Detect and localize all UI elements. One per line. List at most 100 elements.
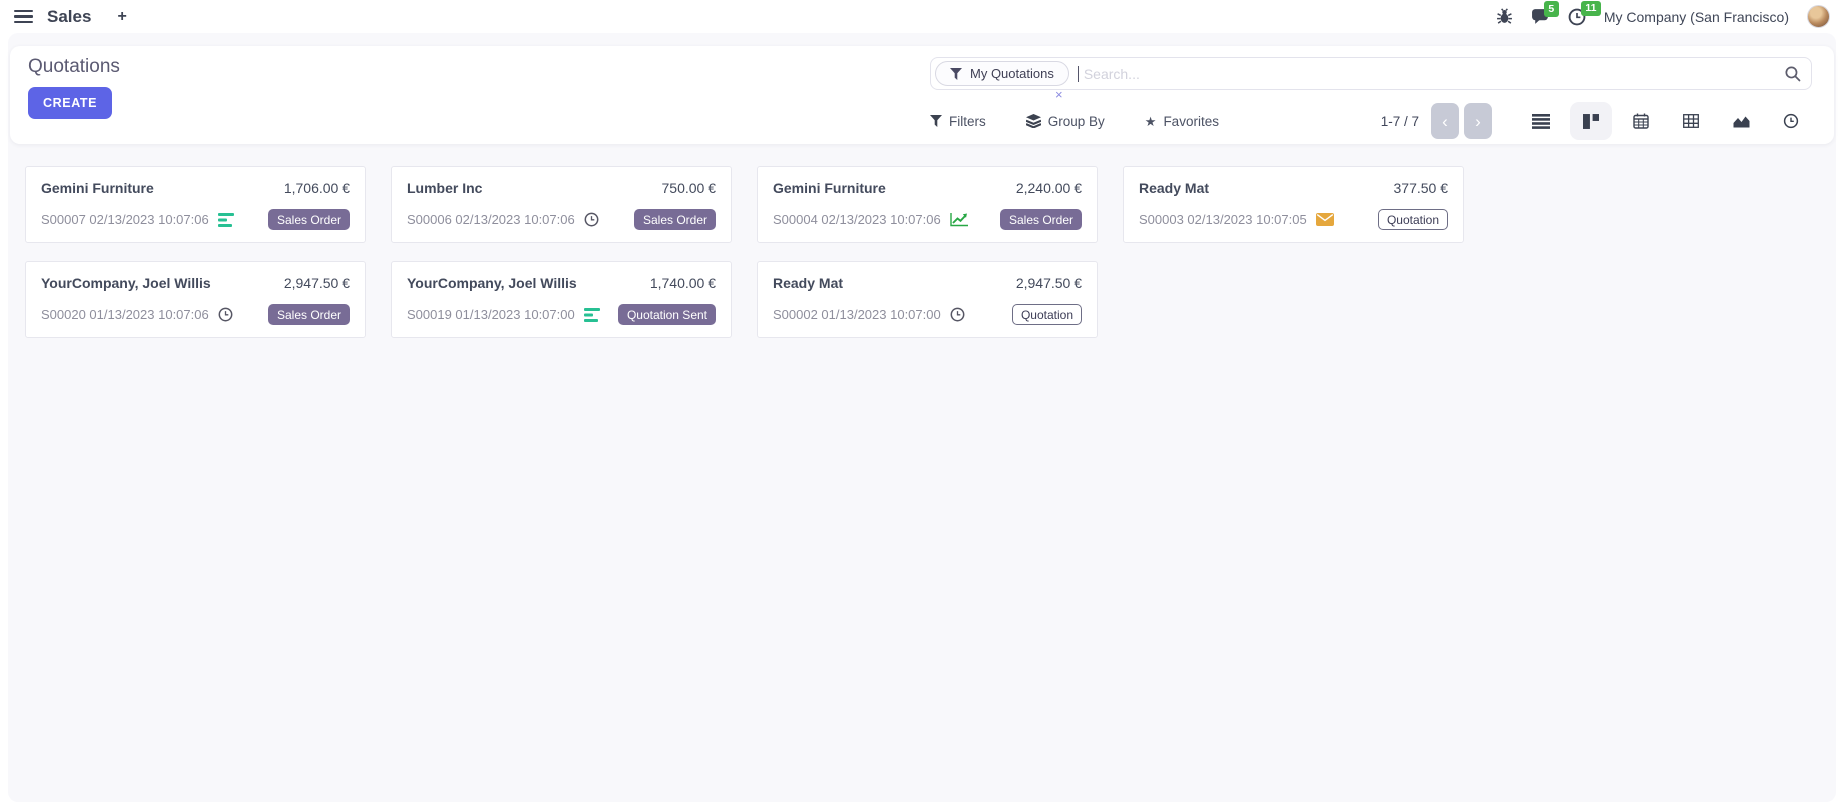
amount-total: 1,706.00 € [284,180,350,196]
filter-funnel-icon [950,68,962,80]
activity-icon[interactable] [950,307,965,322]
pager-value: 1-7 / 7 [1381,114,1419,129]
plus-icon[interactable]: + [117,8,126,26]
activities-count-badge: 11 [1581,1,1601,17]
chart-up-icon [950,212,969,227]
customer-name: Gemini Furniture [41,180,154,196]
clock-icon [950,307,965,322]
status-badge: Sales Order [634,209,716,230]
create-button[interactable]: CREATE [28,87,112,119]
favorites-button[interactable]: ★ Favorites [1145,114,1219,129]
pivot-view-icon [1683,114,1699,128]
activity-icon[interactable] [950,212,969,227]
amount-total: 2,240.00 € [1016,180,1082,196]
tasks-icon [584,308,600,322]
activity-icon[interactable] [218,213,234,227]
clock-icon [584,212,599,227]
quotation-card[interactable]: Ready Mat 2,947.50 € S00002 01/13/2023 1… [757,261,1098,338]
app-name[interactable]: Sales [47,7,91,27]
kanban-cards: Gemini Furniture 1,706.00 € S00007 02/13… [25,166,1826,338]
facet-label: My Quotations [970,66,1054,81]
filters-button[interactable]: Filters [930,114,986,129]
group-by-button[interactable]: Group By [1026,114,1105,129]
search-bar[interactable]: My Quotations × [930,57,1812,90]
status-badge: Quotation [1378,209,1448,230]
activity-icon[interactable] [218,307,233,322]
pager-next-button[interactable]: › [1464,103,1492,139]
filters-label: Filters [949,114,986,129]
view-switch-activity[interactable] [1770,102,1812,140]
control-panel: Quotations CREATE My Quotations × [10,46,1834,144]
view-switcher [1520,102,1812,140]
list-view-icon [1532,114,1550,129]
quotation-card[interactable]: Gemini Furniture 1,706.00 € S00007 02/13… [25,166,366,243]
group-by-label: Group By [1048,114,1105,129]
activity-view-icon [1783,113,1799,129]
amount-total: 2,947.50 € [1016,275,1082,291]
search-input[interactable] [1084,66,1784,82]
company-switcher[interactable]: My Company (San Francisco) [1604,9,1789,25]
status-badge: Sales Order [268,304,350,325]
messages-count-badge: 5 [1544,1,1559,17]
quotation-card[interactable]: YourCompany, Joel Willis 2,947.50 € S000… [25,261,366,338]
tasks-icon [218,213,234,227]
apps-menu-icon[interactable] [14,10,33,24]
facet-remove-icon[interactable]: × [1055,87,1063,102]
search-options-toolbar: Filters Group By ★ Favorites [930,102,1812,140]
order-reference: S00020 01/13/2023 10:07:06 [41,307,209,322]
envelope-icon [1316,213,1334,226]
page-title: Quotations [28,56,120,78]
customer-name: Lumber Inc [407,180,482,196]
status-badge: Sales Order [1000,209,1082,230]
filter-funnel-icon [930,115,942,127]
search-icon[interactable] [1784,65,1801,82]
amount-total: 377.50 € [1394,180,1449,196]
action-sheet: Quotations CREATE My Quotations × [8,33,1836,802]
amount-total: 1,740.00 € [650,275,716,291]
activity-icon[interactable] [584,308,600,322]
pager-previous-button[interactable]: ‹ [1431,103,1459,139]
top-navbar: Sales + 5 [0,0,1844,33]
activity-icon[interactable] [1316,213,1334,226]
odoo-app: Sales + 5 [0,0,1844,810]
view-switch-calendar[interactable] [1620,102,1662,140]
quotation-card[interactable]: Ready Mat 377.50 € S00003 02/13/2023 10:… [1123,166,1464,243]
amount-total: 2,947.50 € [284,275,350,291]
clock-icon [218,307,233,322]
graph-view-icon [1733,114,1750,128]
amount-total: 750.00 € [662,180,717,196]
messages-icon[interactable]: 5 [1531,8,1550,25]
view-switch-kanban[interactable] [1570,102,1612,140]
view-switch-graph[interactable] [1720,102,1762,140]
customer-name: Ready Mat [1139,180,1209,196]
customer-name: YourCompany, Joel Willis [41,275,211,291]
kanban-view-icon [1583,114,1599,129]
view-switch-pivot[interactable] [1670,102,1712,140]
order-reference: S00019 01/13/2023 10:07:00 [407,307,575,322]
search-facet-my-quotations[interactable]: My Quotations [935,61,1069,86]
customer-name: YourCompany, Joel Willis [407,275,577,291]
quotation-card[interactable]: Gemini Furniture 2,240.00 € S00004 02/13… [757,166,1098,243]
status-badge: Sales Order [268,209,350,230]
order-reference: S00003 02/13/2023 10:07:05 [1139,212,1307,227]
quotation-card[interactable]: Lumber Inc 750.00 € S00006 02/13/2023 10… [391,166,732,243]
user-avatar[interactable] [1807,5,1830,28]
order-reference: S00004 02/13/2023 10:07:06 [773,212,941,227]
calendar-view-icon [1633,113,1649,129]
favorites-label: Favorites [1163,114,1219,129]
order-reference: S00006 02/13/2023 10:07:06 [407,212,575,227]
quotation-card[interactable]: YourCompany, Joel Willis 1,740.00 € S000… [391,261,732,338]
pager: 1-7 / 7 ‹ › [1381,103,1492,139]
activities-clock-icon[interactable]: 11 [1568,8,1586,26]
status-badge: Quotation Sent [618,304,716,325]
view-switch-list[interactable] [1520,102,1562,140]
activity-icon[interactable] [584,212,599,227]
star-icon: ★ [1145,115,1157,128]
layers-icon [1026,114,1041,128]
text-caret [1078,66,1079,82]
systray: 5 11 My Company (San Francisco) [1496,5,1830,28]
status-badge: Quotation [1012,304,1082,325]
customer-name: Gemini Furniture [773,180,886,196]
customer-name: Ready Mat [773,275,843,291]
debug-bug-icon[interactable] [1496,8,1513,25]
